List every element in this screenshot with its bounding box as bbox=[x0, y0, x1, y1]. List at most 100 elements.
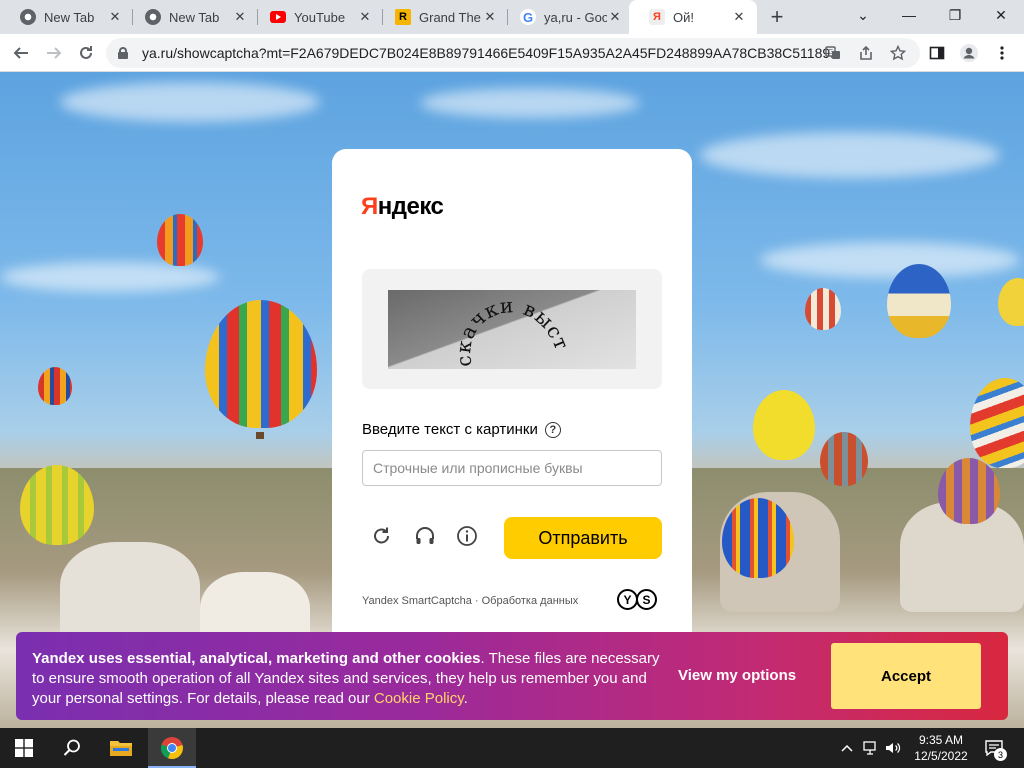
gta-icon: R bbox=[395, 9, 411, 25]
translate-icon[interactable]: G bbox=[822, 42, 844, 64]
notification-count-badge: 3 bbox=[994, 748, 1007, 761]
tab-title: Grand The bbox=[419, 9, 481, 25]
system-clock[interactable]: 9:35 AM 12/5/2022 bbox=[906, 732, 976, 764]
balloon-graphic bbox=[805, 288, 841, 330]
balloon-graphic bbox=[753, 390, 815, 460]
headphones-icon bbox=[416, 527, 434, 544]
balloon-graphic bbox=[20, 465, 94, 545]
balloon-graphic bbox=[38, 367, 72, 405]
google-icon: G bbox=[520, 9, 536, 25]
back-button[interactable] bbox=[8, 40, 34, 66]
tab-strip: New Tab ✕ New Tab ✕ YouTube ✕ R Grand Th… bbox=[0, 0, 1024, 34]
tab-search-button[interactable]: ⌄ bbox=[840, 0, 886, 30]
balloon-graphic bbox=[998, 278, 1024, 326]
yandex-icon: Я bbox=[649, 9, 665, 25]
captcha-answer-input[interactable] bbox=[362, 450, 662, 486]
captcha-text: скачки выстала bbox=[388, 290, 573, 368]
tab-google-search[interactable]: G ya,ru - Goo ✕ bbox=[500, 0, 633, 34]
tab-yandex-captcha[interactable]: Я Ой! ✕ bbox=[629, 0, 757, 34]
reload-button[interactable] bbox=[73, 40, 99, 66]
smartcaptcha-logo: Y S bbox=[617, 589, 657, 610]
taskbar-search-button[interactable] bbox=[48, 728, 96, 768]
side-panel-icon bbox=[929, 46, 945, 60]
bookmark-star-icon[interactable] bbox=[887, 42, 909, 64]
cookie-message-bold: Yandex uses essential, analytical, marke… bbox=[32, 650, 481, 667]
show-hidden-icons-button[interactable] bbox=[838, 728, 856, 768]
windows-start-button[interactable] bbox=[0, 728, 48, 768]
windows-start-icon bbox=[15, 739, 33, 757]
svg-text:скачки выстала: скачки выстала bbox=[388, 290, 574, 368]
cookie-message: Yandex uses essential, analytical, marke… bbox=[32, 650, 660, 707]
youtube-icon bbox=[270, 11, 286, 23]
browser-toolbar: ya.ru/showcaptcha?mt=F2A679DEDC7B024E8B8… bbox=[0, 34, 1024, 72]
forward-button[interactable] bbox=[41, 40, 67, 66]
chrome-icon bbox=[160, 737, 183, 760]
captcha-prompt: Введите текст с картинки ? bbox=[362, 421, 561, 438]
yandex-logo[interactable]: Яндекс bbox=[361, 193, 444, 221]
accept-cookies-button[interactable]: Accept bbox=[831, 643, 981, 709]
balloon-graphic bbox=[722, 498, 794, 578]
cookie-policy-link[interactable]: Cookie Policy bbox=[374, 690, 464, 707]
close-tab-icon[interactable]: ✕ bbox=[731, 9, 747, 25]
minimize-button[interactable]: — bbox=[886, 0, 932, 30]
tab-title: New Tab bbox=[44, 9, 95, 25]
tab-title: YouTube bbox=[294, 9, 346, 25]
menu-button[interactable] bbox=[989, 40, 1015, 66]
tab-gta[interactable]: R Grand The ✕ bbox=[375, 0, 508, 34]
forward-arrow-icon bbox=[47, 47, 62, 59]
captcha-card: Яндекс скачки выстала Введите текст с ка… bbox=[332, 149, 692, 649]
cookie-banner: Yandex uses essential, analytical, marke… bbox=[16, 632, 1008, 720]
refresh-captcha-button[interactable] bbox=[370, 524, 394, 548]
close-window-button[interactable]: ✕ bbox=[978, 0, 1024, 30]
close-tab-icon[interactable]: ✕ bbox=[357, 9, 373, 25]
captcha-footer[interactable]: Yandex SmartCaptcha · Обработка данных bbox=[362, 595, 578, 607]
tab-title: ya,ru - Goo bbox=[544, 9, 607, 25]
restore-button[interactable]: ❐ bbox=[932, 0, 978, 30]
close-tab-icon[interactable]: ✕ bbox=[232, 9, 248, 25]
tab-new-tab-2[interactable]: New Tab ✕ bbox=[125, 0, 258, 34]
side-panel-button[interactable] bbox=[924, 40, 950, 66]
avatar-icon bbox=[960, 44, 978, 62]
volume-button[interactable] bbox=[884, 728, 902, 768]
file-explorer-button[interactable] bbox=[97, 728, 145, 768]
tab-new-tab-1[interactable]: New Tab ✕ bbox=[0, 0, 133, 34]
close-tab-icon[interactable]: ✕ bbox=[482, 9, 498, 25]
clock-time: 9:35 AM bbox=[918, 733, 964, 747]
balloon-graphic bbox=[820, 432, 868, 486]
captcha-prompt-label: Введите текст с картинки bbox=[362, 421, 538, 438]
tab-youtube[interactable]: YouTube ✕ bbox=[250, 0, 383, 34]
windows-taskbar: 9:35 AM 12/5/2022 3 bbox=[0, 728, 1024, 768]
view-options-button[interactable]: View my options bbox=[678, 667, 796, 684]
balloon-graphic bbox=[887, 264, 951, 338]
tab-title: Ой! bbox=[673, 9, 694, 25]
address-url[interactable]: ya.ru/showcaptcha?mt=F2A679DEDC7B024E8B8… bbox=[142, 45, 832, 61]
profile-button[interactable] bbox=[956, 40, 982, 66]
back-arrow-icon bbox=[13, 47, 28, 59]
chrome-icon bbox=[145, 9, 161, 25]
smartcaptcha-logo-y: Y bbox=[617, 589, 638, 610]
submit-button[interactable]: Отправить bbox=[504, 517, 662, 559]
balloon-graphic bbox=[157, 214, 203, 266]
network-icon bbox=[863, 741, 876, 755]
help-icon[interactable]: ? bbox=[544, 421, 561, 438]
captcha-image: скачки выстала bbox=[388, 290, 636, 369]
balloon-graphic bbox=[938, 458, 1000, 524]
close-tab-icon[interactable]: ✕ bbox=[607, 9, 623, 25]
tab-title: New Tab bbox=[169, 9, 220, 25]
network-button[interactable] bbox=[862, 728, 880, 768]
search-icon bbox=[63, 739, 80, 756]
info-icon bbox=[457, 526, 477, 546]
close-tab-icon[interactable]: ✕ bbox=[107, 9, 123, 25]
reload-icon bbox=[80, 46, 92, 59]
audio-captcha-button[interactable] bbox=[413, 524, 437, 548]
volume-icon bbox=[886, 743, 901, 753]
clock-date: 12/5/2022 bbox=[914, 749, 968, 763]
chrome-taskbar-button[interactable] bbox=[148, 728, 196, 768]
address-bar[interactable]: ya.ru/showcaptcha?mt=F2A679DEDC7B024E8B8… bbox=[106, 38, 920, 68]
captcha-info-button[interactable] bbox=[455, 524, 479, 548]
lock-icon bbox=[118, 47, 128, 59]
page-viewport: Яндекс скачки выстала Введите текст с ка… bbox=[0, 72, 1024, 728]
share-icon[interactable] bbox=[855, 42, 877, 64]
new-tab-button[interactable]: + bbox=[764, 4, 790, 29]
balloon-graphic bbox=[205, 300, 317, 428]
